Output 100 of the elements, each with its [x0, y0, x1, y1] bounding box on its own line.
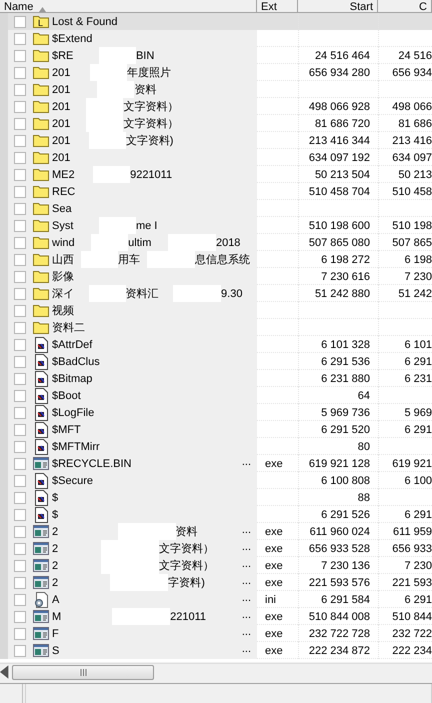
checkbox[interactable] — [14, 610, 26, 622]
file-name: 201 — [52, 152, 70, 164]
checkbox[interactable] — [14, 526, 26, 538]
checkbox[interactable] — [14, 270, 26, 282]
file-row[interactable]: 影像 7 230 616 7 230 — [0, 268, 432, 285]
file-row[interactable]: A ... ini 6 291 584 6 291 — [0, 591, 432, 608]
file-row[interactable]: 2 资料 ... exe 611 960 024 611 959 — [0, 523, 432, 540]
checkbox[interactable] — [14, 560, 26, 572]
folder-icon — [33, 185, 49, 198]
checkbox[interactable] — [14, 84, 26, 96]
checkbox[interactable] — [14, 118, 26, 130]
checkbox[interactable] — [14, 492, 26, 504]
checkbox[interactable] — [14, 628, 26, 640]
file-row[interactable]: 资料二 — [0, 319, 432, 336]
system-file-icon — [34, 370, 48, 386]
file-row[interactable]: L Lost & Found — [0, 13, 432, 30]
checkbox[interactable] — [14, 134, 26, 146]
left-arrow-icon[interactable] — [0, 664, 10, 680]
file-row[interactable]: 201 年度照片 656 934 280 656 934 — [0, 64, 432, 81]
file-row[interactable]: 201 634 097 192 634 097 — [0, 149, 432, 166]
checkbox[interactable] — [14, 236, 26, 248]
table-cell: exe — [265, 526, 283, 538]
file-row[interactable]: $Secure 6 100 808 6 100 — [0, 472, 432, 489]
checkbox[interactable] — [14, 186, 26, 198]
table-cell: 6 100 — [404, 474, 432, 486]
file-row[interactable]: $BadClus 6 291 536 6 291 — [0, 353, 432, 370]
file-row[interactable]: ME2 9221011 50 213 504 50 213 — [0, 166, 432, 183]
file-row[interactable]: F ... exe 232 722 728 232 722 — [0, 625, 432, 642]
checkbox[interactable] — [14, 508, 26, 520]
file-row[interactable]: 深イ 资料汇 9.30 51 242 880 51 242 — [0, 285, 432, 302]
file-name: 视频 — [52, 304, 74, 318]
checkbox[interactable] — [14, 576, 26, 588]
file-row[interactable]: $AttrDef 6 101 328 6 101 — [0, 336, 432, 353]
scrollbar-thumb[interactable] — [12, 664, 154, 680]
checkbox[interactable] — [14, 644, 26, 656]
checkbox[interactable] — [14, 390, 26, 402]
checkbox[interactable] — [14, 168, 26, 180]
checkbox[interactable] — [14, 16, 26, 28]
file-row[interactable]: wind ultim 2018 507 865 080 507 865 — [0, 234, 432, 251]
checkbox[interactable] — [14, 202, 26, 214]
column-header[interactable]: Name — [0, 0, 257, 12]
file-row[interactable]: 2 文字资料） ... exe 656 933 528 656 933 — [0, 540, 432, 557]
checkbox[interactable] — [14, 304, 26, 316]
column-header[interactable]: Ext — [257, 0, 298, 12]
checkbox[interactable] — [14, 338, 26, 350]
checkbox[interactable] — [14, 322, 26, 334]
file-row[interactable]: $Boot 64 — [0, 387, 432, 404]
file-row[interactable]: M 221011 ... exe 510 844 008 510 844 — [0, 608, 432, 625]
file-row[interactable]: 201 资料 — [0, 81, 432, 98]
checkbox[interactable] — [14, 440, 26, 452]
file-row[interactable]: Sea — [0, 200, 432, 217]
file-row[interactable]: $LogFile 5 969 736 5 969 — [0, 404, 432, 421]
horizontal-scrollbar[interactable] — [0, 663, 432, 680]
file-row[interactable]: 山西 用车 息信息系统 6 198 272 6 198 — [0, 251, 432, 268]
checkbox[interactable] — [14, 288, 26, 300]
file-row[interactable]: $RE BIN 24 516 464 24 516 — [0, 47, 432, 64]
checkbox[interactable] — [14, 372, 26, 384]
file-name: Sea — [52, 202, 72, 214]
checkbox[interactable] — [14, 100, 26, 112]
table-cell: 6 198 272 — [321, 254, 370, 266]
column-header[interactable]: Start — [298, 0, 378, 12]
file-row[interactable]: Syst me I 510 198 600 510 198 — [0, 217, 432, 234]
checkbox[interactable] — [14, 220, 26, 232]
file-row[interactable]: 201 文字资料） 498 066 928 498 066 — [0, 98, 432, 115]
file-row[interactable]: $Bitmap 6 231 880 6 231 — [0, 370, 432, 387]
checkbox[interactable] — [14, 66, 26, 78]
file-row[interactable]: $Extend — [0, 30, 432, 47]
checkbox[interactable] — [14, 542, 26, 554]
file-row[interactable]: $MFT 6 291 520 6 291 — [0, 421, 432, 438]
checkbox[interactable] — [14, 152, 26, 164]
column-header[interactable]: C — [378, 0, 432, 12]
checkbox[interactable] — [14, 424, 26, 436]
checkbox[interactable] — [14, 458, 26, 470]
file-row[interactable]: 201 文字资料） 81 686 720 81 686 — [0, 115, 432, 132]
checkbox[interactable] — [14, 254, 26, 266]
table-cell: exe — [265, 560, 283, 572]
file-name: $Boot — [52, 390, 81, 402]
checkbox[interactable] — [14, 32, 26, 44]
file-row[interactable]: $MFTMirr 80 — [0, 438, 432, 455]
file-name: 用车 — [118, 253, 140, 267]
checkbox[interactable] — [14, 406, 26, 418]
file-name: 年度照片 — [127, 66, 171, 80]
file-name: M — [52, 610, 62, 622]
file-row[interactable]: 视频 — [0, 302, 432, 319]
file-name: $Extend — [52, 32, 92, 44]
checkbox[interactable] — [14, 356, 26, 368]
ellipsis-text: ... — [242, 558, 251, 570]
checkbox[interactable] — [14, 594, 26, 606]
file-row[interactable]: $ 88 — [0, 489, 432, 506]
file-row[interactable]: $RECYCLE.BIN ... exe 619 921 128 619 921 — [0, 455, 432, 472]
file-row[interactable]: REC 510 458 704 510 458 — [0, 183, 432, 200]
file-row[interactable]: 2 文字资料） ... exe 7 230 136 7 230 — [0, 557, 432, 574]
checkbox[interactable] — [14, 474, 26, 486]
file-row[interactable]: 201 文字资料) 213 416 344 213 416 — [0, 132, 432, 149]
file-name: $ — [52, 492, 58, 504]
file-row[interactable]: 2 字资料) ... exe 221 593 576 221 593 — [0, 574, 432, 591]
table-cell: 232 722 728 — [308, 628, 370, 640]
file-row[interactable]: $ 6 291 526 6 291 — [0, 506, 432, 523]
file-row[interactable]: S ... exe 222 234 872 222 234 — [0, 642, 432, 659]
checkbox[interactable] — [14, 50, 26, 62]
